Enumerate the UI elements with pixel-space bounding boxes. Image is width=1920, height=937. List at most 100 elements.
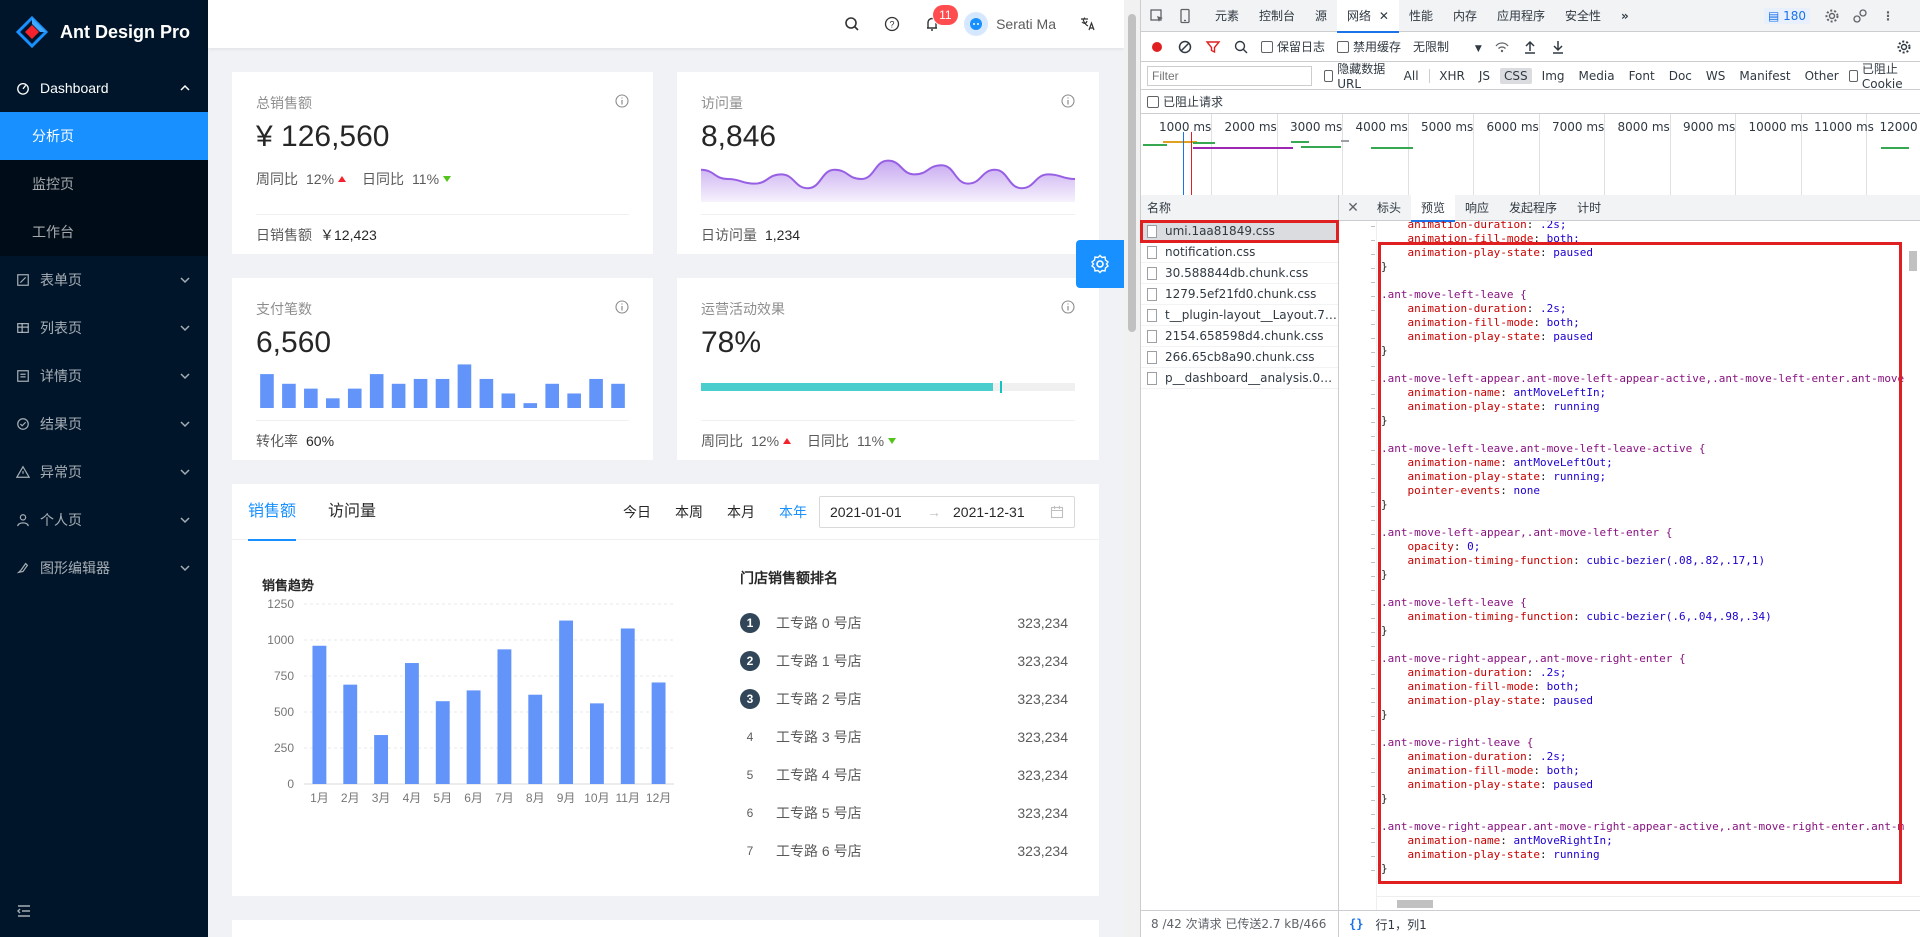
filter-type-css[interactable]: CSS — [1500, 67, 1532, 84]
menu-exception[interactable]: 异常页 — [0, 448, 208, 496]
kebab-menu-icon[interactable]: ⋮ — [1880, 8, 1896, 24]
menu-list[interactable]: 列表页 — [0, 304, 208, 352]
filter-input[interactable] — [1147, 65, 1312, 86]
filter-type-js[interactable]: JS — [1475, 68, 1494, 84]
range-year[interactable]: 本年 — [779, 502, 807, 522]
filter-type-xhr[interactable]: XHR — [1435, 68, 1469, 84]
submenu-analysis[interactable]: 分析页 — [0, 112, 208, 160]
tab-sales[interactable]: 销售额 — [248, 484, 297, 541]
header-notice[interactable]: 11 — [912, 0, 958, 48]
menu-editor[interactable]: 图形编辑器 — [0, 544, 208, 592]
detail-tab-timing[interactable]: 计时 — [1567, 195, 1611, 221]
throttle-select[interactable]: 无限制 ▼ — [1413, 38, 1482, 55]
filter-type-ws[interactable]: WS — [1702, 68, 1729, 84]
close-details-icon[interactable]: ✕ — [1339, 200, 1367, 216]
device-toolbar-icon[interactable] — [1177, 8, 1193, 24]
detail-tab-initiator[interactable]: 发起程序 — [1499, 195, 1567, 221]
date-range-picker[interactable]: 2021-01-01 → 2021-12-31 — [819, 496, 1075, 528]
date-end[interactable]: 2021-12-31 — [953, 504, 1025, 520]
devtools-tab-performance[interactable]: 性能 — [1399, 0, 1443, 32]
devtools-tab-application[interactable]: 应用程序 — [1487, 0, 1555, 32]
submenu-workplace[interactable]: 工作台 — [0, 208, 208, 256]
search-icon[interactable] — [1233, 39, 1249, 55]
filter-type-doc[interactable]: Doc — [1665, 68, 1696, 84]
menu-profile[interactable]: 详情页 — [0, 352, 208, 400]
logo[interactable]: Ant Design Pro — [0, 0, 208, 64]
submenu-monitor[interactable]: 监控页 — [0, 160, 208, 208]
setting-drawer-button[interactable] — [1076, 240, 1124, 288]
hide-data-url-checkbox[interactable]: 隐藏数据 URL — [1324, 60, 1392, 91]
blocked-requests-checkbox[interactable]: 已阻止请求 — [1147, 93, 1223, 110]
detail-tab-preview[interactable]: 预览 — [1411, 194, 1456, 222]
filter-type-media[interactable]: Media — [1575, 68, 1619, 84]
devtools-tab-console[interactable]: 控制台 — [1249, 0, 1305, 32]
header-help[interactable]: ? — [872, 0, 912, 48]
remote-devices-icon[interactable] — [1852, 8, 1868, 24]
detail-tab-headers[interactable]: 标头 — [1367, 195, 1411, 221]
range-today[interactable]: 今日 — [623, 502, 651, 522]
menu-dashboard[interactable]: Dashboard — [0, 64, 208, 112]
header-user[interactable]: Serati Ma — [952, 0, 1068, 48]
filter-type-other[interactable]: Other — [1801, 68, 1843, 84]
css-preview[interactable]: animation-duration: .2s; animation-fill-… — [1339, 221, 1920, 910]
info-circle-icon[interactable] — [615, 300, 629, 314]
header-lang[interactable] — [1068, 0, 1108, 48]
devtools-tab-memory[interactable]: 内存 — [1443, 0, 1487, 32]
tab-visits[interactable]: 访问量 — [328, 484, 376, 540]
range-month[interactable]: 本月 — [727, 502, 755, 522]
menu-form[interactable]: 表单页 — [0, 256, 208, 304]
network-settings-icon[interactable] — [1896, 39, 1912, 55]
css-code[interactable]: animation-duration: .2s; animation-fill-… — [1381, 221, 1904, 876]
preserve-log-checkbox[interactable]: 保留日志 — [1261, 38, 1325, 55]
devtools-tab-sources[interactable]: 源 — [1305, 0, 1337, 32]
pretty-print-icon[interactable]: {} — [1349, 917, 1363, 931]
upload-icon[interactable] — [1522, 39, 1538, 55]
info-circle-icon[interactable] — [1061, 94, 1075, 108]
request-row[interactable]: t__plugin-layout__Layout.7789... — [1141, 305, 1338, 326]
clear-icon[interactable] — [1177, 39, 1193, 55]
page-scrollbar[interactable] — [1124, 0, 1140, 937]
filter-icon[interactable] — [1205, 39, 1221, 55]
checkbox-label: 隐藏数据 URL — [1337, 62, 1386, 91]
date-start[interactable]: 2021-01-01 — [830, 504, 902, 520]
request-row[interactable]: umi.1aa81849.css — [1140, 220, 1339, 243]
request-name: 2154.658598d4.chunk.css — [1165, 328, 1324, 343]
close-tab-icon[interactable]: ✕ — [1379, 9, 1389, 23]
request-row[interactable]: 1279.5ef21fd0.chunk.css — [1141, 284, 1338, 305]
devtools-tab-security[interactable]: 安全性 — [1555, 0, 1611, 32]
info-circle-icon[interactable] — [615, 94, 629, 108]
record-icon[interactable] — [1149, 39, 1165, 55]
filter-type-img[interactable]: Img — [1538, 68, 1569, 84]
code-vscroll[interactable] — [1906, 221, 1920, 896]
request-row[interactable]: notification.css — [1141, 242, 1338, 263]
page-scrollbar-thumb[interactable] — [1128, 14, 1136, 332]
request-row[interactable]: 30.588844db.chunk.css — [1141, 263, 1338, 284]
code-hscroll-thumb[interactable] — [1397, 900, 1433, 908]
request-row[interactable]: 2154.658598d4.chunk.css — [1141, 326, 1338, 347]
settings-gear-icon[interactable] — [1824, 8, 1840, 24]
download-icon[interactable] — [1550, 39, 1566, 55]
request-row[interactable]: 266.65cb8a90.chunk.css — [1141, 347, 1338, 368]
blocked-cookie-checkbox[interactable]: 已阻止 Cookie — [1848, 60, 1920, 91]
filter-type-all[interactable]: All — [1400, 68, 1423, 84]
filter-type-manifest[interactable]: Manifest — [1735, 68, 1794, 84]
devtools-tab-elements[interactable]: 元素 — [1205, 0, 1249, 32]
devtools-tab-network[interactable]: 网络 ✕ — [1337, 0, 1399, 33]
disable-cache-checkbox[interactable]: 禁用缓存 — [1337, 38, 1401, 55]
network-timeline[interactable]: 1000 ms 2000 ms 3000 ms 4000 ms 5000 ms 6000 … — [1141, 114, 1920, 196]
code-vscroll-thumb[interactable] — [1909, 251, 1917, 271]
more-tabs-icon[interactable]: » — [1611, 0, 1639, 32]
header-search[interactable] — [832, 0, 872, 48]
issues-badge[interactable]: ▤ 180 — [1763, 7, 1810, 24]
info-circle-icon[interactable] — [1061, 300, 1075, 314]
code-hscroll[interactable] — [1377, 896, 1920, 910]
inspect-element-icon[interactable] — [1149, 8, 1165, 24]
menu-fold-icon[interactable] — [16, 903, 32, 919]
menu-account[interactable]: 个人页 — [0, 496, 208, 544]
filter-type-font[interactable]: Font — [1625, 68, 1659, 84]
request-row[interactable]: p__dashboard__analysis.07df6f... — [1141, 368, 1338, 389]
range-week[interactable]: 本周 — [675, 502, 703, 522]
menu-result[interactable]: 结果页 — [0, 400, 208, 448]
detail-tab-response[interactable]: 响应 — [1455, 195, 1499, 221]
network-conditions-icon[interactable] — [1494, 39, 1510, 55]
